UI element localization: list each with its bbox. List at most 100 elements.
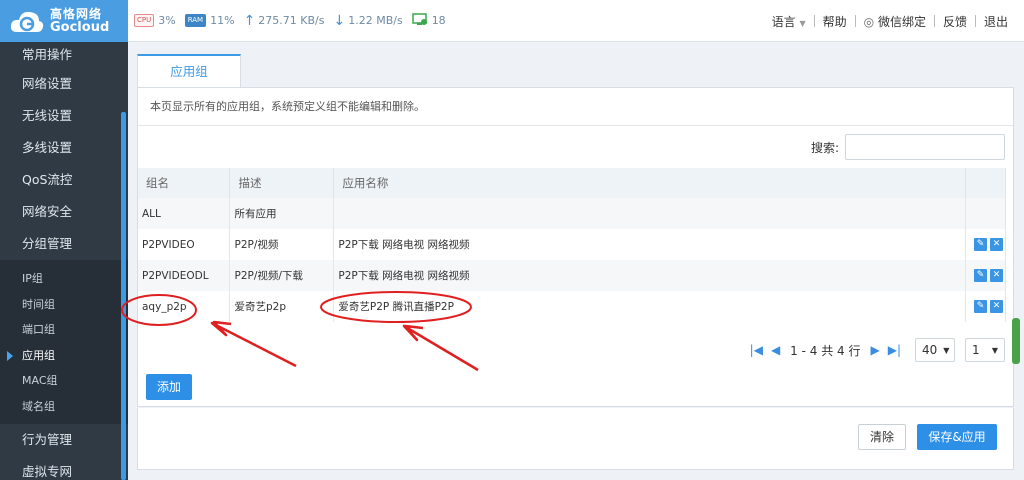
brand-logo[interactable]: 高恪网络 Gocloud [0, 0, 128, 42]
ram-stat: RAM 11% [184, 14, 235, 27]
cell-name: P2PVIDEO [138, 229, 231, 260]
ram-value: 11% [210, 14, 235, 27]
download-arrow-icon: ↓ [333, 12, 346, 29]
page-number-select[interactable]: 1 ▼ [965, 338, 1005, 362]
prev-page-icon[interactable]: ◀ [771, 343, 780, 357]
page-number-value: 1 [972, 343, 980, 357]
page-size-select[interactable]: 40 ▼ [915, 338, 955, 362]
cpu-stat: CPU 3% [134, 14, 176, 27]
devices-stat: 18 [411, 12, 446, 29]
clear-button[interactable]: 清除 [858, 424, 906, 450]
download-stat: ↓ 1.22 MB/s [333, 13, 402, 29]
table-header: 组名 描述 应用名称 [138, 168, 1007, 198]
sidebar-item-common[interactable]: 常用操作 [0, 44, 128, 68]
ram-icon: RAM [184, 14, 207, 27]
language-dropdown[interactable]: 语言 ▼ [764, 13, 814, 30]
logout-link[interactable]: 退出 [976, 13, 1016, 30]
table-row: ALL 所有应用 [138, 198, 1007, 229]
sidebar-item-multiline[interactable]: 多线设置 [0, 132, 128, 164]
upload-stat: ↑ 275.71 KB/s [244, 13, 325, 29]
caret-down-icon: ▼ [991, 345, 998, 355]
delete-icon[interactable]: ✕ [990, 269, 1003, 282]
save-apply-button[interactable]: 保存&应用 [917, 424, 997, 450]
next-page-icon[interactable]: ▶ [870, 343, 879, 357]
download-value: 1.22 MB/s [348, 14, 403, 27]
upload-arrow-icon: ↑ [243, 12, 256, 29]
cell-desc: 爱奇艺p2p [229, 291, 335, 322]
topbar: CPU 3% RAM 11% ↑ 275.71 KB/s ↓ 1.22 MB/s… [128, 0, 1024, 42]
brand-name-en: Gocloud [50, 20, 110, 35]
sidebar-subitem-app[interactable]: 应用组 [0, 343, 128, 369]
edit-icon[interactable]: ✎ [974, 300, 987, 313]
sidebar-subitem-time[interactable]: 时间组 [0, 292, 128, 318]
cell-actions [965, 198, 1007, 229]
main-content: 应用组 本页显示所有的应用组，系统预定义组不能编辑和删除。 搜索: 组名 描述 … [137, 42, 1014, 480]
cloud-logo-icon [8, 6, 46, 36]
groups-submenu: IP组 时间组 端口组 应用组 MAC组 域名组 [0, 260, 128, 424]
last-page-icon[interactable]: ▶| [888, 343, 901, 357]
upload-value: 275.71 KB/s [258, 14, 325, 27]
sidebar-item-groups[interactable]: 分组管理 [0, 228, 128, 260]
table-row: aqy_p2p 爱奇艺p2p 爱奇艺P2P 腾讯直播P2P ✎ ✕ [138, 291, 1007, 322]
pagination: |◀ ◀ 1 - 4 共 4 行 ▶ ▶| 40 ▼ 1 ▼ [746, 338, 1005, 362]
wechat-label: 微信绑定 [877, 14, 926, 29]
app-group-panel: 本页显示所有的应用组，系统预定义组不能编辑和删除。 搜索: 组名 描述 应用名称… [137, 87, 1014, 407]
search-input[interactable] [845, 134, 1005, 160]
sidebar-item-behavior[interactable]: 行为管理 [0, 424, 128, 456]
sidebar-subitem-domain[interactable]: 域名组 [0, 394, 128, 420]
sidebar-item-qos[interactable]: QoS流控 [0, 164, 128, 196]
cell-desc: P2P/视频 [229, 229, 335, 260]
tab-app-group[interactable]: 应用组 [137, 54, 241, 88]
sidebar-item-security[interactable]: 网络安全 [0, 196, 128, 228]
add-button[interactable]: 添加 [146, 374, 192, 400]
delete-icon[interactable]: ✕ [990, 238, 1003, 251]
cell-name: ALL [138, 198, 231, 229]
sidebar-scrollbar[interactable] [121, 112, 126, 480]
caret-down-icon: ▼ [943, 345, 950, 355]
sidebar-item-vpn[interactable]: 虚拟专网 [0, 456, 128, 480]
page-size-value: 40 [922, 343, 938, 357]
devices-value: 18 [431, 14, 446, 27]
cell-actions: ✎ ✕ [965, 260, 1007, 291]
cell-actions: ✎ ✕ [965, 291, 1007, 322]
table-row: P2PVIDEO P2P/视频 P2P下载 网络电视 网络视频 ✎ ✕ [138, 229, 1007, 260]
page-description: 本页显示所有的应用组，系统预定义组不能编辑和删除。 [138, 88, 1013, 126]
search-label: 搜索: [810, 140, 839, 155]
edit-icon[interactable]: ✎ [974, 269, 987, 282]
app-group-table: 组名 描述 应用名称 ALL 所有应用 P2PVIDEO P2P/视频 P2P下… [138, 168, 1007, 322]
caret-down-icon: ▼ [799, 18, 806, 28]
column-header-actions [965, 168, 1007, 198]
cell-apps: 爱奇艺P2P 腾讯直播P2P [333, 291, 966, 322]
sidebar-subitem-ip[interactable]: IP组 [0, 266, 128, 292]
column-header-desc[interactable]: 描述 [229, 168, 335, 198]
cell-desc: P2P/视频/下载 [229, 260, 335, 291]
sidebar: 高恪网络 Gocloud 常用操作 网络设置 无线设置 多线设置 QoS流控 网… [0, 0, 128, 480]
cell-apps: P2P下载 网络电视 网络视频 [333, 260, 966, 291]
cell-apps: P2P下载 网络电视 网络视频 [333, 229, 966, 260]
cpu-icon: CPU [134, 14, 155, 27]
sidebar-subitem-mac[interactable]: MAC组 [0, 368, 128, 394]
sidebar-item-wireless[interactable]: 无线设置 [0, 100, 128, 132]
page-scrollbar[interactable] [1012, 318, 1020, 364]
table-row: P2PVIDEODL P2P/视频/下载 P2P下载 网络电视 网络视频 ✎ ✕ [138, 260, 1007, 291]
pagination-text: 1 - 4 共 4 行 [790, 343, 861, 358]
cell-name: P2PVIDEODL [138, 260, 231, 291]
cell-apps [333, 198, 966, 229]
cell-desc: 所有应用 [229, 198, 335, 229]
wechat-bind-link[interactable]: ◎ 微信绑定 [856, 13, 934, 30]
delete-icon[interactable]: ✕ [990, 300, 1003, 313]
sidebar-item-network[interactable]: 网络设置 [0, 68, 128, 100]
footer-actions: 清除 保存&应用 [137, 408, 1014, 470]
cpu-value: 3% [158, 14, 176, 27]
help-link[interactable]: 帮助 [815, 13, 855, 30]
column-header-name[interactable]: 组名 [138, 168, 231, 198]
column-header-apps[interactable]: 应用名称 [333, 168, 966, 198]
sidebar-subitem-port[interactable]: 端口组 [0, 317, 128, 343]
edit-icon[interactable]: ✎ [974, 238, 987, 251]
feedback-link[interactable]: 反馈 [935, 13, 975, 30]
monitor-icon [411, 12, 428, 29]
language-label: 语言 [771, 14, 796, 29]
cell-name: aqy_p2p [138, 291, 231, 322]
wechat-icon: ◎ [863, 14, 875, 29]
first-page-icon[interactable]: |◀ [750, 343, 763, 357]
